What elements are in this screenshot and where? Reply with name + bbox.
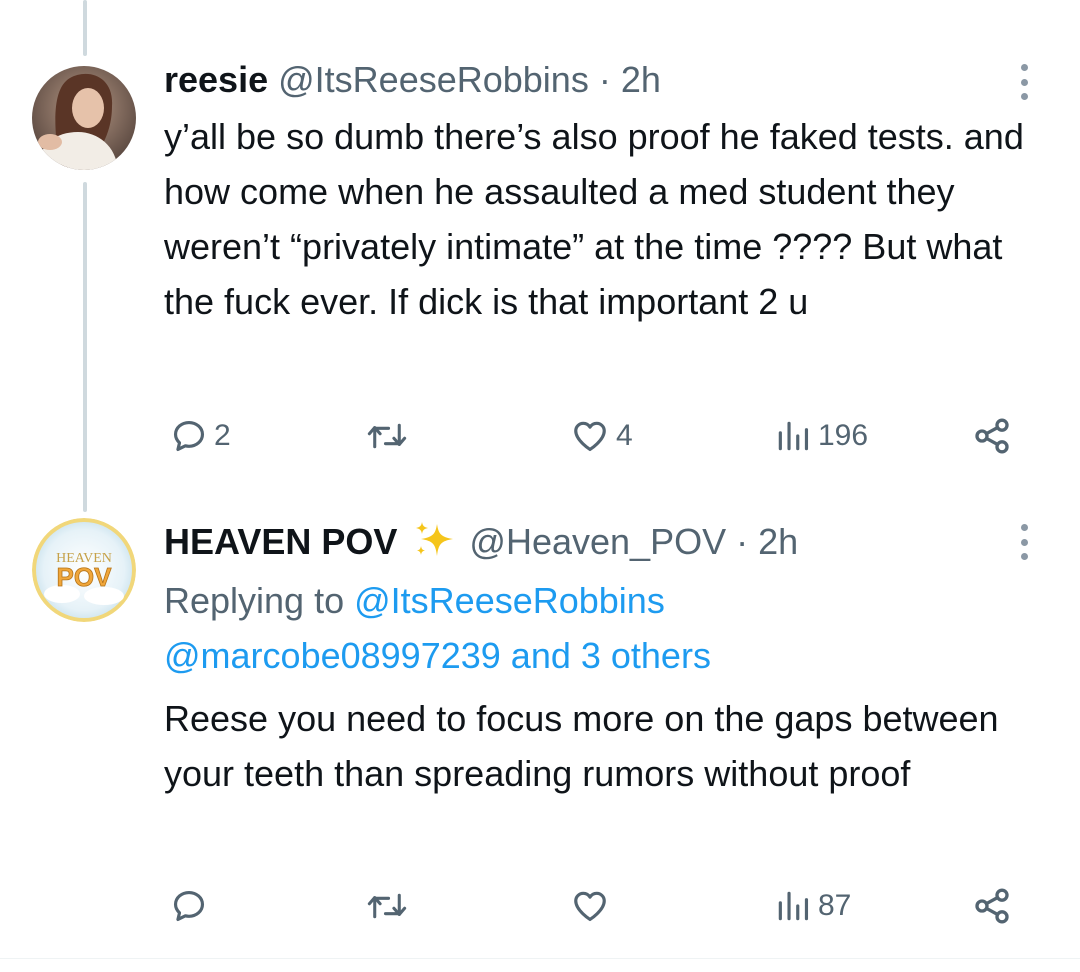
heart-icon (574, 421, 606, 452)
divider (0, 958, 1080, 959)
others-link[interactable]: and 3 others (511, 635, 711, 676)
thread-line-top (83, 0, 87, 56)
avatar[interactable]: HEAVEN POV (32, 518, 136, 622)
retweet-button[interactable] (364, 416, 416, 456)
reply-icon (173, 420, 205, 452)
avatar[interactable] (32, 66, 136, 170)
views-button[interactable]: 196 (774, 416, 868, 456)
sparkles-icon (413, 520, 457, 570)
user-handle[interactable]: @ItsReeseRobbins (278, 59, 589, 100)
tweet-text: y’all be so dumb there’s also proof he f… (164, 116, 1024, 322)
heart-icon (574, 891, 606, 922)
tweet-header: HEAVEN POV @Heaven_POV · 2h (164, 520, 798, 570)
share-icon (975, 418, 1009, 454)
tweet-text: Reese you need to focus more on the gaps… (164, 698, 999, 794)
retweet-button[interactable] (364, 886, 416, 926)
profile-photo-icon (32, 66, 136, 170)
timestamp[interactable]: 2h (621, 59, 661, 100)
reply-button[interactable] (170, 886, 214, 926)
like-button[interactable]: 4 (570, 416, 633, 456)
like-count: 4 (616, 419, 633, 452)
heaven-pov-logo-icon: HEAVEN POV (32, 518, 136, 622)
timestamp[interactable]: 2h (758, 521, 798, 562)
reply-count: 2 (214, 419, 231, 452)
replying-to-label: Replying to (164, 580, 345, 621)
more-options-icon[interactable] (1016, 64, 1032, 100)
reply-button[interactable]: 2 (170, 416, 231, 456)
more-options-icon[interactable] (1016, 524, 1032, 560)
share-button[interactable] (972, 886, 1012, 926)
retweet-icon (367, 423, 407, 449)
share-button[interactable] (972, 416, 1012, 456)
view-count: 196 (818, 419, 869, 452)
separator: · (736, 521, 749, 562)
views-button[interactable]: 87 (774, 886, 851, 926)
display-name[interactable]: reesie (164, 59, 268, 100)
thread-line-connector (83, 182, 87, 512)
logo-text-pov: POV (57, 562, 113, 592)
retweet-icon (367, 893, 407, 919)
separator: · (598, 59, 611, 100)
analytics-icon (778, 891, 809, 921)
view-count: 87 (818, 889, 852, 922)
share-icon (975, 888, 1009, 924)
mention-link[interactable]: @marcobe08997239 (164, 635, 501, 676)
user-handle[interactable]: @Heaven_POV (469, 521, 726, 562)
like-button[interactable] (570, 886, 616, 926)
replying-to: Replying to @ItsReeseRobbins (164, 573, 665, 628)
tweet-header: reesie @ItsReeseRobbins · 2h (164, 58, 661, 102)
mention-link[interactable]: @ItsReeseRobbins (354, 580, 665, 621)
replying-to-more: @marcobe08997239 and 3 others (164, 628, 711, 683)
display-name[interactable]: HEAVEN POV (164, 521, 397, 562)
reply-icon (173, 890, 205, 922)
analytics-icon (778, 421, 809, 451)
